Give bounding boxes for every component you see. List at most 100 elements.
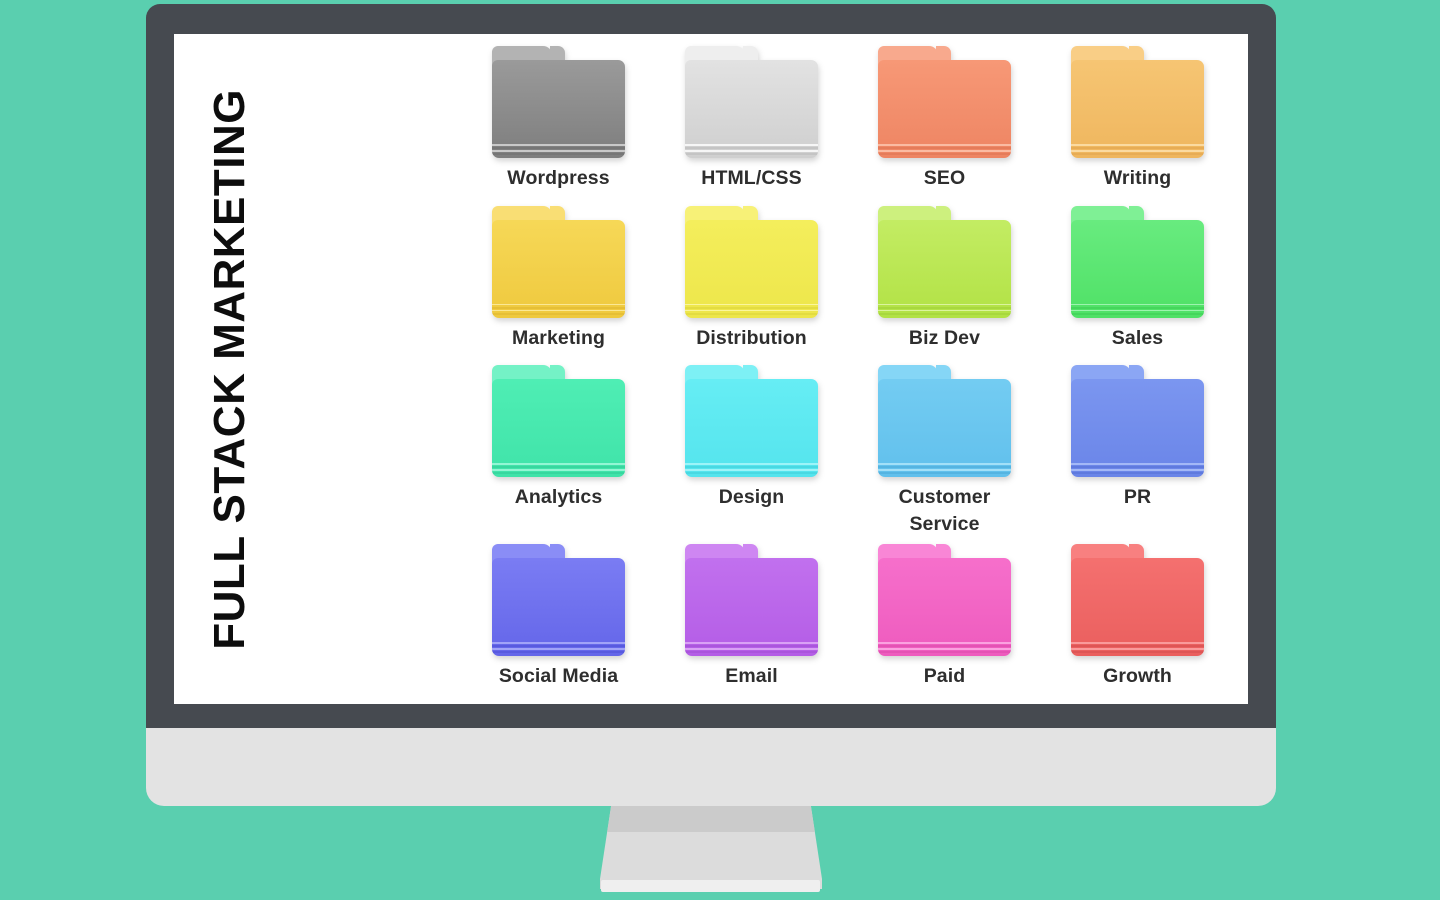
folder-paper-stripes [685, 142, 818, 158]
folder-stripe [878, 312, 1011, 315]
folder-stripe [685, 150, 818, 152]
folder-stripe [492, 645, 625, 648]
folder-stripe [492, 312, 625, 315]
folder-label: Social Media [498, 665, 619, 688]
folder-item[interactable]: Writing [1041, 40, 1234, 200]
folder-icon[interactable] [685, 205, 818, 318]
folder-item[interactable]: Distribution [655, 200, 848, 360]
folder-icon[interactable] [878, 205, 1011, 318]
folder-label: HTML/CSS [701, 167, 802, 189]
folder-item[interactable]: Customer Service [848, 359, 1041, 538]
folder-icon[interactable] [492, 46, 625, 158]
folder-body [685, 60, 818, 158]
folder-stripe [878, 651, 1011, 654]
folder-stripe [1071, 147, 1204, 149]
folder-label: Paid [923, 665, 966, 688]
folder-stripe [1071, 466, 1204, 469]
folder-paper-stripes [492, 461, 625, 477]
folder-paper-stripes [492, 640, 625, 656]
folder-item[interactable]: Analytics [462, 359, 655, 538]
folder-stripe [1071, 303, 1204, 306]
folder-icon[interactable] [685, 46, 818, 158]
folder-stripe [685, 309, 818, 312]
monitor-stand-neck [600, 806, 822, 889]
folder-stripe [878, 153, 1011, 155]
folder-stripe [1071, 153, 1204, 155]
folder-stripe [878, 303, 1011, 306]
folder-stripe [1071, 463, 1204, 465]
folder-stripe [492, 648, 625, 650]
folder-item[interactable]: PR [1041, 359, 1234, 538]
folder-icon[interactable] [492, 205, 625, 318]
folder-stripe [685, 147, 818, 149]
folder-label: PR [1123, 486, 1152, 509]
folder-paper-stripes [685, 640, 818, 656]
folder-item[interactable]: Email [655, 538, 848, 698]
folder-paper-stripes [1071, 640, 1204, 656]
folder-paper-stripes [1071, 302, 1204, 318]
folder-stripe [492, 303, 625, 306]
folder-stripe [1071, 312, 1204, 315]
folder-label: Wordpress [507, 167, 610, 189]
folder-icon[interactable] [1071, 365, 1204, 478]
folder-item[interactable]: Biz Dev [848, 200, 1041, 360]
folder-stripe [685, 469, 818, 471]
folder-icon[interactable] [878, 365, 1011, 478]
folder-stripe [1071, 469, 1204, 471]
folder-body [492, 379, 625, 478]
folder-icon[interactable] [685, 544, 818, 657]
monitor-screen: FULL STACK MARKETING Wordpress HTML/CSS SE… [174, 34, 1248, 704]
folder-item[interactable]: Sales [1041, 200, 1234, 360]
folder-label: Sales [1111, 326, 1164, 349]
folder-item[interactable]: Marketing [462, 200, 655, 360]
folder-icon[interactable] [492, 365, 625, 478]
folder-item[interactable]: Social Media [462, 538, 655, 698]
folder-body [878, 219, 1011, 318]
folder-stripe [685, 463, 818, 465]
folder-icon[interactable] [492, 544, 625, 657]
folder-icon[interactable] [1071, 205, 1204, 318]
folder-paper-stripes [878, 142, 1011, 158]
folder-stripe [878, 144, 1011, 146]
folder-item[interactable]: SEO [848, 40, 1041, 200]
folder-stripe [685, 648, 818, 650]
folder-stripe [492, 466, 625, 469]
folder-stripe [1071, 150, 1204, 152]
folder-body [878, 379, 1011, 478]
monitor-chin [146, 728, 1276, 806]
folder-paper-stripes [685, 302, 818, 318]
folder-stripe [685, 312, 818, 315]
folder-stripe [1071, 306, 1204, 309]
folder-item[interactable]: Design [655, 359, 848, 538]
folder-item[interactable]: Growth [1041, 538, 1234, 698]
folder-icon[interactable] [1071, 544, 1204, 657]
folder-paper-stripes [878, 640, 1011, 656]
folder-icon[interactable] [878, 544, 1011, 657]
folder-stripe [878, 306, 1011, 309]
folder-body [685, 219, 818, 318]
folder-stripe [685, 651, 818, 654]
folder-paper-stripes [878, 302, 1011, 318]
folder-label: Customer Service [898, 486, 991, 536]
folder-stripe [685, 306, 818, 309]
folder-icon[interactable] [685, 365, 818, 478]
folder-item[interactable]: Paid [848, 538, 1041, 698]
folder-item[interactable]: HTML/CSS [655, 40, 848, 200]
folder-label: Marketing [511, 326, 605, 349]
folder-stripe [492, 309, 625, 312]
folder-icon[interactable] [878, 46, 1011, 158]
folder-stripe [1071, 144, 1204, 146]
folder-stripe [685, 303, 818, 306]
folder-stripe [878, 642, 1011, 644]
folder-body [685, 379, 818, 478]
folder-paper-stripes [1071, 461, 1204, 477]
folder-grid: Wordpress HTML/CSS SEO Writing Marketing Dist… [454, 34, 1248, 704]
folder-stripe [878, 147, 1011, 149]
folder-stripe [492, 642, 625, 644]
folder-icon[interactable] [1071, 46, 1204, 158]
folder-item[interactable]: Wordpress [462, 40, 655, 200]
folder-stripe [685, 144, 818, 146]
folder-label: Writing [1103, 167, 1172, 189]
folder-stripe [1071, 642, 1204, 644]
folder-paper-stripes [492, 142, 625, 158]
